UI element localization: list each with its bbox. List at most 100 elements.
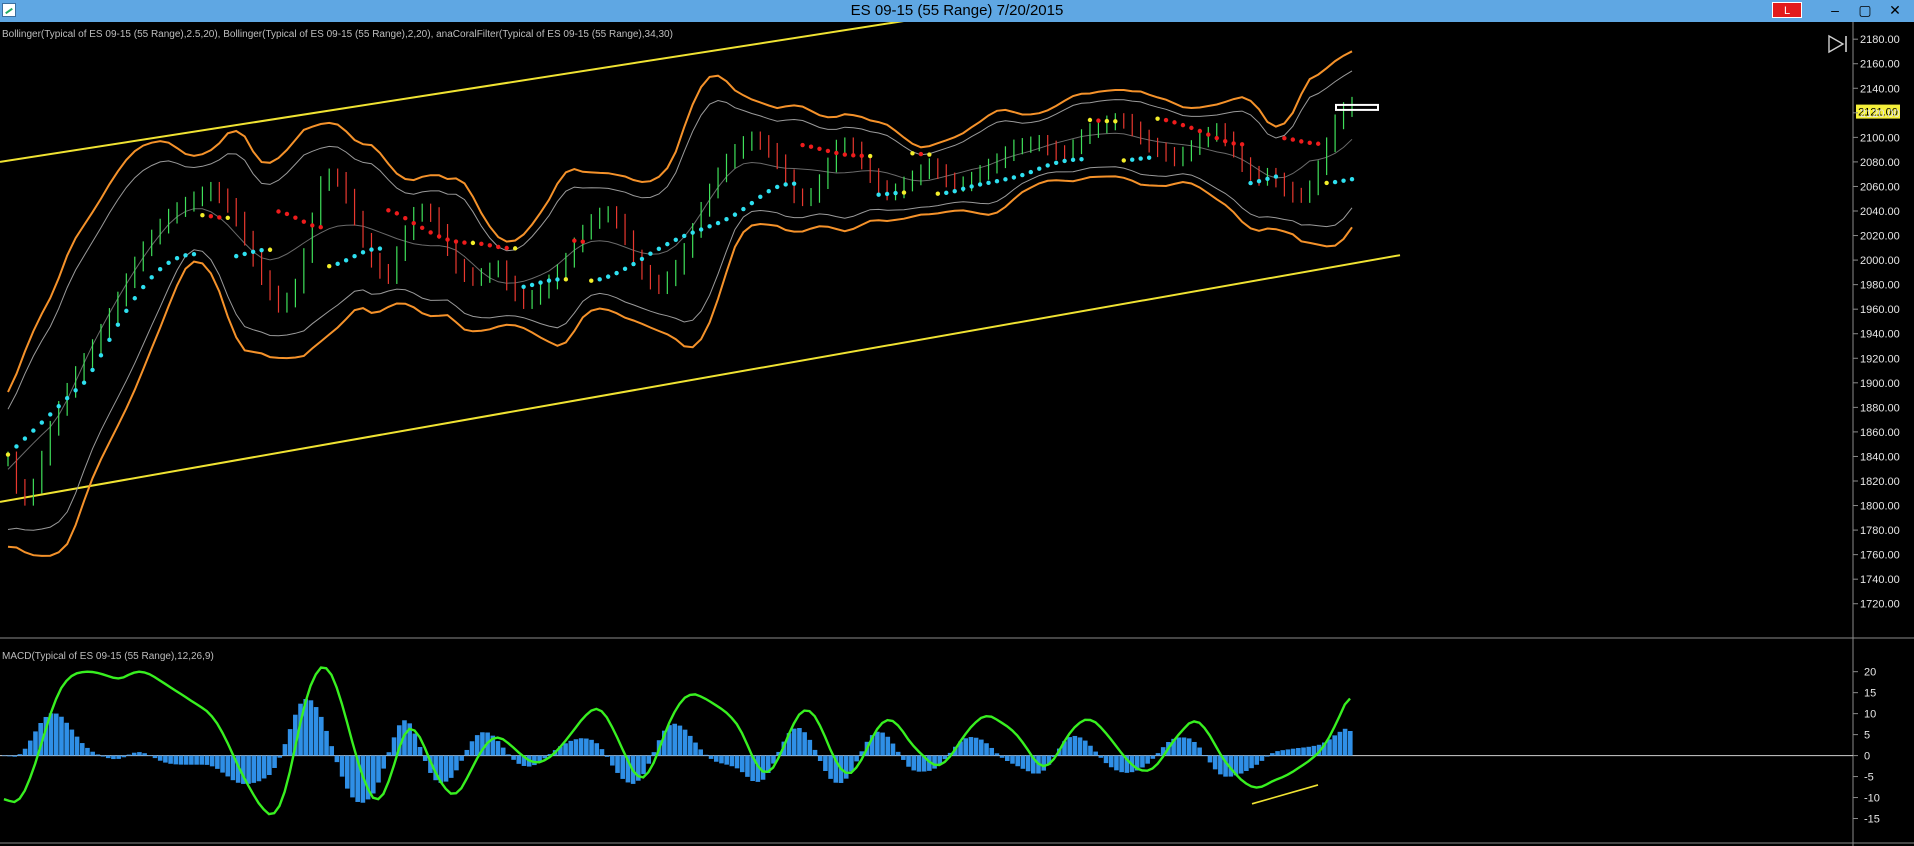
macd-histogram-bar xyxy=(1114,755,1119,771)
coral-dot xyxy=(994,178,1000,184)
macd-histogram-bar xyxy=(261,755,267,779)
coral-dot xyxy=(834,150,839,156)
macd-histogram-bar xyxy=(817,755,823,761)
scroll-to-end-icon[interactable] xyxy=(1826,33,1850,55)
macd-histogram-bar xyxy=(64,722,69,756)
macd-histogram-bar xyxy=(1280,750,1286,756)
coral-dot xyxy=(656,246,662,251)
coral-dot xyxy=(1273,174,1279,179)
macd-histogram-bar xyxy=(59,716,64,756)
macd-histogram-bar xyxy=(1197,747,1202,756)
macd-histogram-bar xyxy=(1181,737,1187,756)
macd-histogram-bar xyxy=(495,741,501,756)
bollinger-inner-lower xyxy=(7,166,1353,531)
macd-histogram-bar xyxy=(604,755,610,757)
coral-dot xyxy=(149,275,154,280)
coral-dot xyxy=(1121,158,1126,163)
close-button[interactable]: ✕ xyxy=(1880,0,1910,22)
coral-dot xyxy=(242,251,247,257)
macd-histogram-bar xyxy=(854,755,859,762)
bollinger-outer-lower xyxy=(7,175,1353,557)
coral-dot xyxy=(724,216,729,222)
macd-histogram-bar xyxy=(1290,748,1296,756)
macd-histogram-bar xyxy=(454,755,459,771)
macd-histogram xyxy=(2,698,1353,803)
price-tick-label: 1860.00 xyxy=(1860,427,1900,439)
macd-histogram-bar xyxy=(17,754,23,756)
macd-histogram-bar xyxy=(116,755,121,759)
coral-dot xyxy=(690,230,695,235)
coral-dot xyxy=(842,152,848,157)
restore-button[interactable]: ▢ xyxy=(1850,0,1880,22)
coral-dot xyxy=(521,284,526,289)
macd-histogram-bar xyxy=(563,743,568,756)
coral-dot xyxy=(1265,176,1270,182)
coral-dot xyxy=(445,237,450,242)
coral-dot xyxy=(1011,175,1017,180)
coral-dot xyxy=(698,227,704,232)
coral-dot xyxy=(293,215,298,220)
macd-histogram-bar xyxy=(90,751,95,756)
coral-dot xyxy=(335,261,340,267)
coral-dot xyxy=(1146,155,1152,160)
price-tick-label: 2060.00 xyxy=(1860,181,1900,193)
macd-histogram-bar xyxy=(682,729,688,756)
coral-dot xyxy=(1332,179,1338,185)
coral-dot xyxy=(605,274,611,279)
coral-dot xyxy=(1206,132,1211,137)
macd-histogram-bar xyxy=(287,729,293,756)
price-axis: 2180.00 2160.00 2140.00 2120.00 2100.00 2080.… xyxy=(1853,34,1900,611)
macd-histogram-bar xyxy=(199,755,205,765)
macd-histogram-bar xyxy=(610,755,615,766)
macd-histogram-bar xyxy=(417,746,423,756)
coral-dot xyxy=(259,247,264,253)
coral-dot xyxy=(157,267,163,272)
macd-histogram-bar xyxy=(911,755,917,771)
coral-dot xyxy=(301,219,307,224)
macd-histogram-bar xyxy=(1301,747,1306,756)
price-tick-label: 1760.00 xyxy=(1860,550,1900,562)
macd-histogram-bar xyxy=(932,755,937,769)
macd-histogram-bar xyxy=(1254,755,1260,765)
bollinger-outer-upper xyxy=(7,50,1353,393)
coral-dot xyxy=(124,308,129,314)
price-tick-label: 2000.00 xyxy=(1860,255,1900,267)
macd-histogram-bar xyxy=(1041,755,1046,771)
macd-histogram-bar xyxy=(386,752,392,756)
coral-dot xyxy=(98,353,104,358)
minimize-button[interactable]: – xyxy=(1820,0,1850,22)
macd-histogram-bar xyxy=(1145,755,1150,764)
coral-dot xyxy=(318,225,323,230)
macd-histogram-bar xyxy=(163,755,168,763)
macd-histogram-bar xyxy=(95,754,101,756)
macd-panel xyxy=(0,666,1853,816)
coral-dot xyxy=(403,216,408,221)
coral-dot xyxy=(1299,139,1304,144)
coral-dot xyxy=(284,211,290,217)
macd-histogram-bar xyxy=(152,755,158,759)
macd-histogram-bar xyxy=(791,728,797,756)
coral-dot xyxy=(910,151,915,156)
coral-dot xyxy=(1138,156,1143,161)
live-badge[interactable]: L xyxy=(1772,2,1802,18)
price-tick-label: 1840.00 xyxy=(1860,451,1900,463)
coral-dot xyxy=(1104,118,1110,124)
price-tick-label: 1960.00 xyxy=(1860,304,1900,316)
macd-histogram-bar xyxy=(1010,755,1015,764)
macd-histogram-bar xyxy=(703,754,709,756)
window-titlebar: ES 09-15 (55 Range) 7/20/2015 L – ▢ ✕ xyxy=(0,0,1914,22)
macd-histogram-bar xyxy=(85,747,90,756)
macd-histogram-bar xyxy=(1108,755,1114,768)
coral-dot xyxy=(884,191,890,197)
macd-histogram-bar xyxy=(516,755,522,764)
macd-histogram-bar xyxy=(875,731,880,756)
price-tick-label: 2040.00 xyxy=(1860,206,1900,218)
macd-histogram-bar xyxy=(1140,755,1145,768)
chart-canvas[interactable]: 2121.00 2180.00 2160.00 2140.00 2120.00 2100… xyxy=(0,22,1914,846)
macd-histogram-bar xyxy=(1072,735,1078,756)
macd-histogram-bar xyxy=(1306,746,1312,756)
coral-dot xyxy=(960,186,966,191)
coral-dot xyxy=(715,220,721,226)
coral-dot xyxy=(1087,117,1093,123)
macd-histogram-bar xyxy=(350,755,355,798)
